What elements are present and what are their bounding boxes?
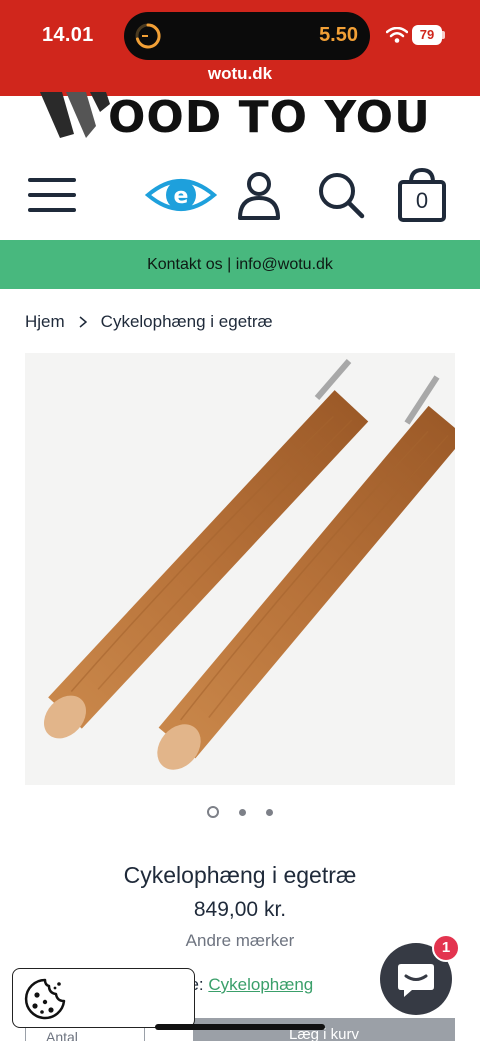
dynamic-island[interactable]: 5.50 [124, 12, 370, 60]
gallery-pagination [0, 806, 480, 818]
gallery-dot-1[interactable] [207, 806, 219, 818]
contact-bar[interactable]: Kontakt os | info@wotu.dk [0, 240, 480, 289]
timer-icon [135, 23, 161, 49]
battery-indicator: 79 [412, 25, 442, 45]
product-type: pe: Cykelophæng [180, 975, 313, 995]
breadcrumb: Hjem Cykelophæng i egetræ [25, 312, 273, 332]
status-bar: 14.01 5.50 79 wotu.dk [0, 0, 480, 96]
cart-count: 0 [415, 188, 429, 213]
wifi-icon [386, 27, 408, 43]
chevron-right-icon [79, 316, 87, 328]
logo-w-mark [40, 92, 110, 138]
quantity-label: Antal [46, 1029, 78, 1041]
url-label[interactable]: wotu.dk [0, 64, 480, 84]
product-type-link[interactable]: Cykelophæng [208, 975, 313, 994]
battery-tip [442, 31, 445, 39]
menu-icon[interactable] [28, 178, 76, 212]
logo-text: OOD TO YOU [108, 92, 431, 140]
search-icon[interactable] [316, 170, 366, 220]
status-time: 14.01 [42, 24, 94, 46]
gallery-dot-3[interactable] [266, 808, 273, 816]
product-image[interactable] [25, 353, 455, 785]
cookie-icon [24, 978, 66, 1020]
home-indicator[interactable] [155, 1024, 325, 1030]
chat-bubble-icon [398, 964, 434, 997]
product-title: Cykelophæng i egetræ [123, 862, 357, 888]
site-logo[interactable]: OOD TO YOU [38, 92, 448, 140]
svg-text:e: e [174, 184, 189, 209]
product-price: 849,00 kr. [193, 898, 287, 921]
eye-logo-icon[interactable]: e [145, 173, 217, 217]
cookie-consent-button[interactable] [12, 968, 195, 1028]
account-icon[interactable] [236, 170, 282, 220]
breadcrumb-home[interactable]: Hjem [25, 312, 65, 332]
cart-button[interactable]: 0 [396, 166, 448, 224]
chat-notification-badge: 1 [432, 934, 460, 962]
oak-pegs-image [25, 353, 455, 785]
timer-text: 5.50 [319, 24, 358, 46]
gallery-dot-2[interactable] [239, 808, 246, 816]
breadcrumb-current: Cykelophæng i egetræ [100, 312, 273, 331]
